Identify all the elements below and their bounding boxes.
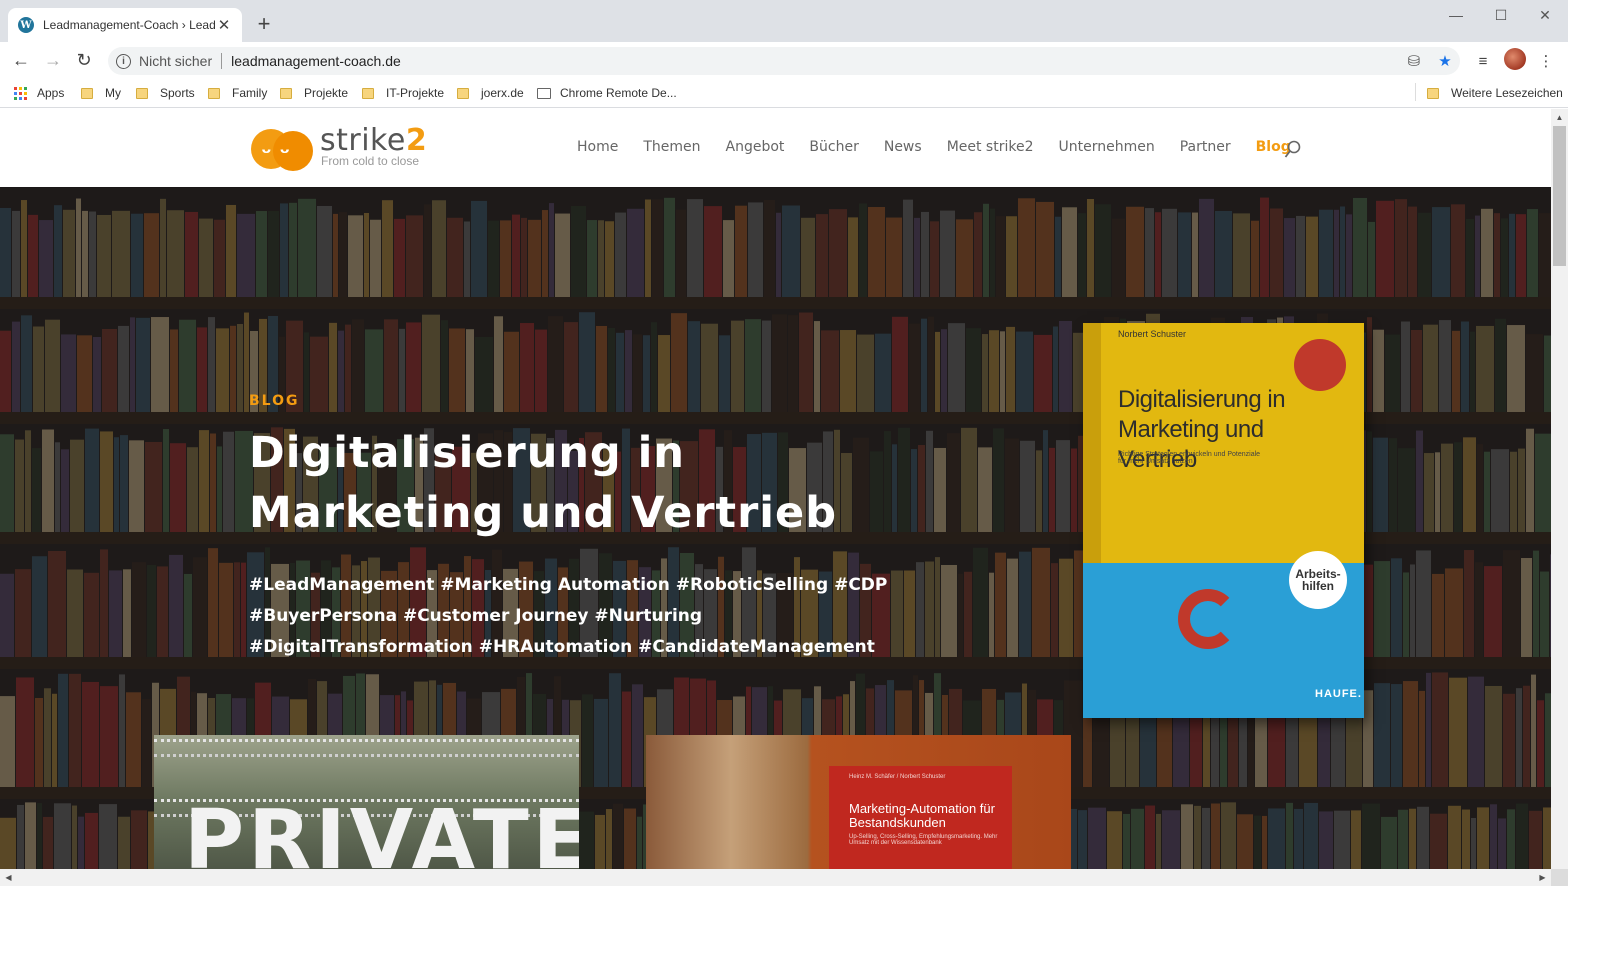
menu-icon[interactable]: ⋮: [1537, 50, 1555, 72]
vertical-scrollbar[interactable]: ▲: [1551, 109, 1568, 869]
folder-icon: [208, 87, 220, 99]
sticker-text: Arbeits-hilfen: [1295, 567, 1341, 593]
bookmark-label: Sports: [160, 86, 195, 100]
bookmark-label: IT-Projekte: [386, 86, 445, 100]
nav-themen[interactable]: Themen: [643, 139, 700, 155]
tab-strip: W Leadmanagement-Coach › Leadm ✕ + — ☐ ✕: [0, 0, 1568, 42]
brand-text: strike: [320, 123, 406, 158]
nav-unternehmen[interactable]: Unternehmen: [1059, 139, 1155, 155]
horizontal-scrollbar[interactable]: ◀ ▶: [0, 869, 1551, 886]
divider: [1415, 83, 1416, 101]
card-book-title: Marketing-Automation für Bestandskunden: [849, 801, 995, 830]
bookmark-sports[interactable]: Sports: [136, 84, 195, 102]
security-label: Nicht sicher: [139, 53, 213, 69]
nav-home[interactable]: Home: [577, 139, 618, 155]
reload-icon[interactable]: ↻: [71, 48, 97, 72]
bookmark-label: joerx.de: [481, 86, 524, 100]
maximize-icon[interactable]: ☐: [1478, 0, 1524, 30]
scroll-up-icon[interactable]: ▲: [1551, 109, 1568, 126]
magnet-icon: [1178, 589, 1238, 649]
nav-buecher[interactable]: Bücher: [809, 139, 858, 155]
card-book-cover: Heinz M. Schäfer / Norbert Schuster Mark…: [829, 766, 1012, 869]
folder-icon: [362, 87, 374, 99]
post-card-marketing-automation[interactable]: Heinz M. Schäfer / Norbert Schuster Mark…: [646, 735, 1071, 869]
strike2-logo-icon[interactable]: ᵕ ᵕ: [251, 127, 315, 171]
minimize-icon[interactable]: —: [1433, 0, 1479, 30]
card-book-subtitle: Up-Selling, Cross-Selling, Empfehlungsma…: [849, 834, 998, 846]
card-image-text: PRIVATE: [184, 793, 579, 869]
bookmark-apps[interactable]: Apps: [14, 84, 64, 102]
browser-tab[interactable]: W Leadmanagement-Coach › Leadm ✕: [8, 8, 242, 42]
site-header: ᵕ ᵕ strike2 From cold to close Home Them…: [0, 109, 1551, 187]
nav-meet-strike2[interactable]: Meet strike2: [947, 139, 1034, 155]
address-bar[interactable]: i Nicht sicher leadmanagement-coach.de: [108, 47, 1460, 75]
scrollbar-thumb[interactable]: [1553, 126, 1566, 266]
bookmark-label: My: [105, 86, 121, 100]
folder-icon: [280, 87, 292, 99]
bookmark-projekte[interactable]: Projekte: [280, 84, 348, 102]
browser-toolbar: ← → ↻ i Nicht sicher leadmanagement-coac…: [0, 42, 1568, 78]
bookmarks-bar: Apps My Sports Family Projekte IT-Projek…: [0, 78, 1568, 108]
url-text[interactable]: leadmanagement-coach.de: [231, 53, 401, 69]
book-badge-icon: [1294, 339, 1346, 391]
brand-name[interactable]: strike2: [320, 123, 427, 158]
book-cover[interactable]: Norbert Schuster Digitalisierung in Mark…: [1083, 323, 1364, 718]
bookmark-label: Chrome Remote De...: [560, 86, 677, 100]
other-bookmarks-label: Weitere Lesezeichen: [1451, 86, 1563, 100]
divider: [221, 53, 223, 69]
apps-grid-icon: [14, 86, 27, 100]
main-nav: Home Themen Angebot Bücher News Meet str…: [577, 139, 1316, 155]
hero-title: Digitalisierung in Marketing und Vertrie…: [249, 428, 837, 538]
book-sticker: Arbeits-hilfen: [1289, 551, 1347, 609]
media-control-icon[interactable]: ≡: [1473, 50, 1493, 72]
avatar[interactable]: [1504, 48, 1526, 70]
bookmark-label: Apps: [37, 86, 65, 100]
scroll-right-icon[interactable]: ▶: [1534, 869, 1551, 886]
folder-icon: [81, 87, 93, 99]
nav-partner[interactable]: Partner: [1180, 139, 1231, 155]
remote-desktop-icon: [537, 87, 551, 99]
forward-icon[interactable]: →: [40, 48, 66, 72]
hero-tag-line: #DigitalTransformation #HRAutomation #Ca…: [249, 637, 875, 657]
hero-tag-line: #LeadManagement #Marketing Automation #R…: [249, 575, 888, 595]
bookmark-label: Projekte: [304, 86, 349, 100]
nav-news[interactable]: News: [884, 139, 922, 155]
scrollbar-corner: [1551, 869, 1568, 886]
folder-icon: [136, 87, 148, 99]
info-icon[interactable]: i: [116, 53, 131, 69]
bookmark-family[interactable]: Family: [208, 84, 267, 102]
hero-kicker: BLOG: [249, 393, 300, 409]
brand-tagline: From cold to close: [321, 154, 420, 168]
bookmark-label: Family: [232, 86, 268, 100]
bookmark-star-icon[interactable]: ★: [1435, 50, 1455, 72]
close-tab-icon[interactable]: ✕: [216, 16, 232, 34]
brand-suffix: 2: [405, 123, 428, 158]
new-tab-button[interactable]: +: [252, 12, 276, 36]
page-below-fold: [0, 886, 1551, 945]
card-book-author: Heinz M. Schäfer / Norbert Schuster: [849, 774, 946, 780]
back-icon[interactable]: ←: [8, 48, 34, 72]
tab-title: Leadmanagement-Coach › Leadm: [43, 18, 216, 32]
post-card-private[interactable]: PRIVATE: [154, 735, 579, 869]
folder-icon: [457, 87, 469, 99]
nav-angebot[interactable]: Angebot: [726, 139, 785, 155]
other-bookmarks[interactable]: Weitere Lesezeichen: [1427, 84, 1563, 102]
folder-icon: [1427, 87, 1439, 99]
close-window-icon[interactable]: ✕: [1522, 0, 1568, 30]
book-author: Norbert Schuster: [1118, 329, 1187, 339]
hero-tags: #LeadManagement #Marketing Automation #R…: [249, 570, 949, 663]
bookmark-joerx[interactable]: joerx.de: [457, 84, 524, 102]
bookmark-it-projekte[interactable]: IT-Projekte: [362, 84, 444, 102]
publisher-logo: HAUFE.: [1315, 688, 1362, 700]
hero-tag-line: #BuyerPersona #Customer Journey #Nurturi…: [249, 606, 703, 626]
bookmark-my[interactable]: My: [81, 84, 121, 102]
book-subtitle: Richtige Strategien entwickeln und Poten…: [1118, 451, 1261, 465]
wordpress-icon: W: [18, 17, 34, 33]
bookmark-chrome-remote[interactable]: Chrome Remote De...: [537, 84, 677, 102]
webpage: ᵕ ᵕ strike2 From cold to close Home Them…: [0, 109, 1551, 869]
search-icon[interactable]: [1284, 140, 1302, 160]
chain-graphic: [154, 739, 579, 757]
translate-icon[interactable]: ⛁: [1404, 50, 1424, 72]
scroll-left-icon[interactable]: ◀: [0, 869, 17, 886]
